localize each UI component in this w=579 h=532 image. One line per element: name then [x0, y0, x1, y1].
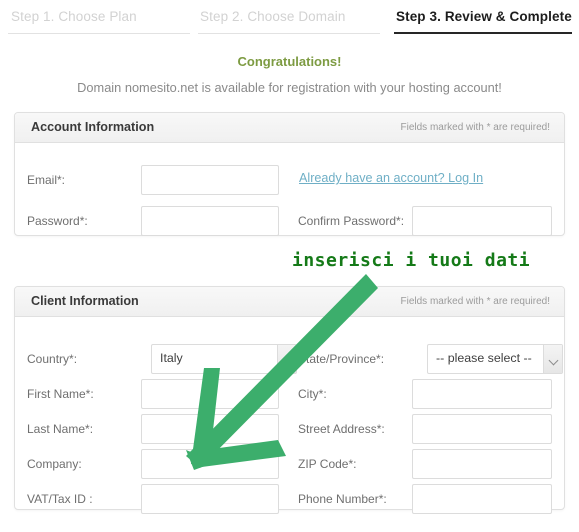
step-tab-3-underline — [394, 32, 572, 34]
email-label: Email*: — [27, 173, 66, 187]
step-tab-3[interactable]: Step 3. Review & Complete — [388, 0, 579, 40]
vat-tax-id-label: VAT/Tax ID : — [27, 492, 93, 506]
client-panel-header: Client Information Fields marked with * … — [15, 287, 564, 317]
step-tab-1[interactable]: Step 1. Choose Plan — [0, 0, 196, 40]
congratulations-heading: Congratulations! — [237, 54, 342, 69]
client-required-note: Fields marked with * are required! — [400, 296, 550, 307]
city-label: City*: — [298, 387, 327, 401]
zip-code-label: ZIP Code*: — [298, 457, 357, 471]
email-input[interactable] — [141, 165, 279, 195]
email-row: Email*: — [15, 161, 566, 202]
account-required-note: Fields marked with * are required! — [400, 122, 550, 133]
first-name-input[interactable] — [141, 379, 279, 409]
chevron-down-icon[interactable] — [277, 345, 296, 373]
step-tab-2-label: Step 2. Choose Domain — [200, 9, 346, 24]
street-address-input[interactable] — [412, 414, 552, 444]
state-province-select-value: -- please select -- — [436, 351, 532, 365]
domain-availability-message: Domain nomesito.net is available for reg… — [77, 80, 502, 95]
vat-phone-row: VAT/Tax ID : Phone Number*: — [15, 480, 566, 521]
signup-review-page: Step 1. Choose Plan Step 2. Choose Domai… — [0, 0, 579, 532]
step-tab-2-underline — [198, 33, 380, 34]
step-tab-3-label: Step 3. Review & Complete — [396, 9, 572, 24]
step-tab-1-underline — [8, 33, 190, 34]
account-panel-title: Account Information — [31, 120, 155, 134]
account-panel-header: Account Information Fields marked with *… — [15, 113, 564, 143]
zip-code-input[interactable] — [412, 449, 552, 479]
last-name-label: Last Name*: — [27, 422, 94, 436]
company-label: Company: — [27, 457, 82, 471]
last-name-input[interactable] — [141, 414, 279, 444]
country-select[interactable]: Italy — [151, 344, 297, 374]
step-tab-1-label: Step 1. Choose Plan — [11, 9, 137, 24]
chevron-down-icon[interactable] — [543, 345, 562, 373]
first-name-label: First Name*: — [27, 387, 94, 401]
country-label: Country*: — [27, 352, 78, 366]
phone-number-input[interactable] — [412, 484, 552, 514]
password-label: Password*: — [27, 214, 88, 228]
vat-tax-id-input[interactable] — [141, 484, 279, 514]
state-province-select[interactable]: -- please select -- — [427, 344, 563, 374]
client-information-panel: Client Information Fields marked with * … — [14, 286, 565, 514]
company-input[interactable] — [141, 449, 279, 479]
city-input[interactable] — [412, 379, 552, 409]
country-select-value: Italy — [160, 351, 183, 365]
password-row: Password*: Confirm Password*: — [15, 202, 566, 243]
state-province-label: State/Province*: — [298, 352, 385, 366]
confirm-password-label: Confirm Password*: — [298, 214, 405, 228]
phone-number-label: Phone Number*: — [298, 492, 387, 506]
step-tab-2[interactable]: Step 2. Choose Domain — [196, 0, 388, 40]
password-input[interactable] — [141, 206, 279, 236]
client-panel-title: Client Information — [31, 294, 139, 308]
street-address-label: Street Address*: — [298, 422, 385, 436]
confirm-password-input[interactable] — [412, 206, 552, 236]
annotation-text: inserisci i tuoi dati — [292, 250, 531, 271]
login-link[interactable]: Already have an account? Log In — [299, 171, 483, 185]
step-progress-tabs: Step 1. Choose Plan Step 2. Choose Domai… — [0, 0, 579, 40]
